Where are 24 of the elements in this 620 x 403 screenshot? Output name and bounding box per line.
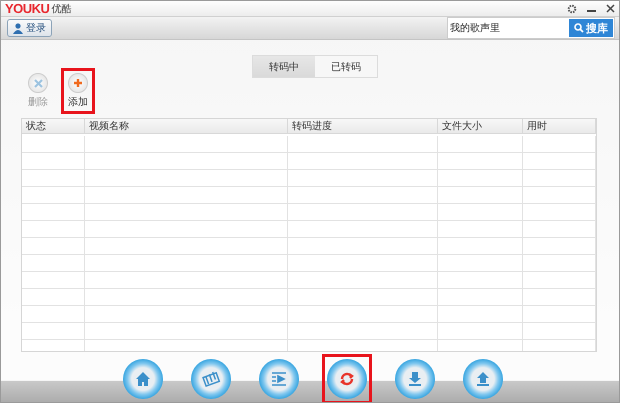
search-button[interactable]: 搜库 [569,19,613,37]
close-icon[interactable] [606,4,615,13]
column-header: 文件大小 [438,119,523,134]
logo: YOUKU [5,1,50,16]
login-button[interactable]: 登录 [7,19,52,37]
column-header: 转码进度 [288,119,438,134]
film-icon [201,369,221,389]
upload-button[interactable] [463,359,503,399]
search-icon [574,23,584,33]
film-button[interactable] [191,359,231,399]
playlist-button[interactable] [259,359,299,399]
tab[interactable]: 转码中 [253,56,315,77]
column-header: 用时 [523,119,596,134]
column-header: 状态 [22,119,85,134]
playlist-icon [269,369,289,389]
close-icon [34,78,42,88]
home-button[interactable] [123,359,163,399]
plus-icon [73,78,83,88]
search-field[interactable]: 我的歌声里 搜库 [447,17,615,39]
user-icon [13,22,23,34]
column-header: 视频名称 [85,119,288,134]
logo-text: 优酷 [51,2,72,16]
settings-icon[interactable] [567,4,577,14]
download-button[interactable] [395,359,435,399]
